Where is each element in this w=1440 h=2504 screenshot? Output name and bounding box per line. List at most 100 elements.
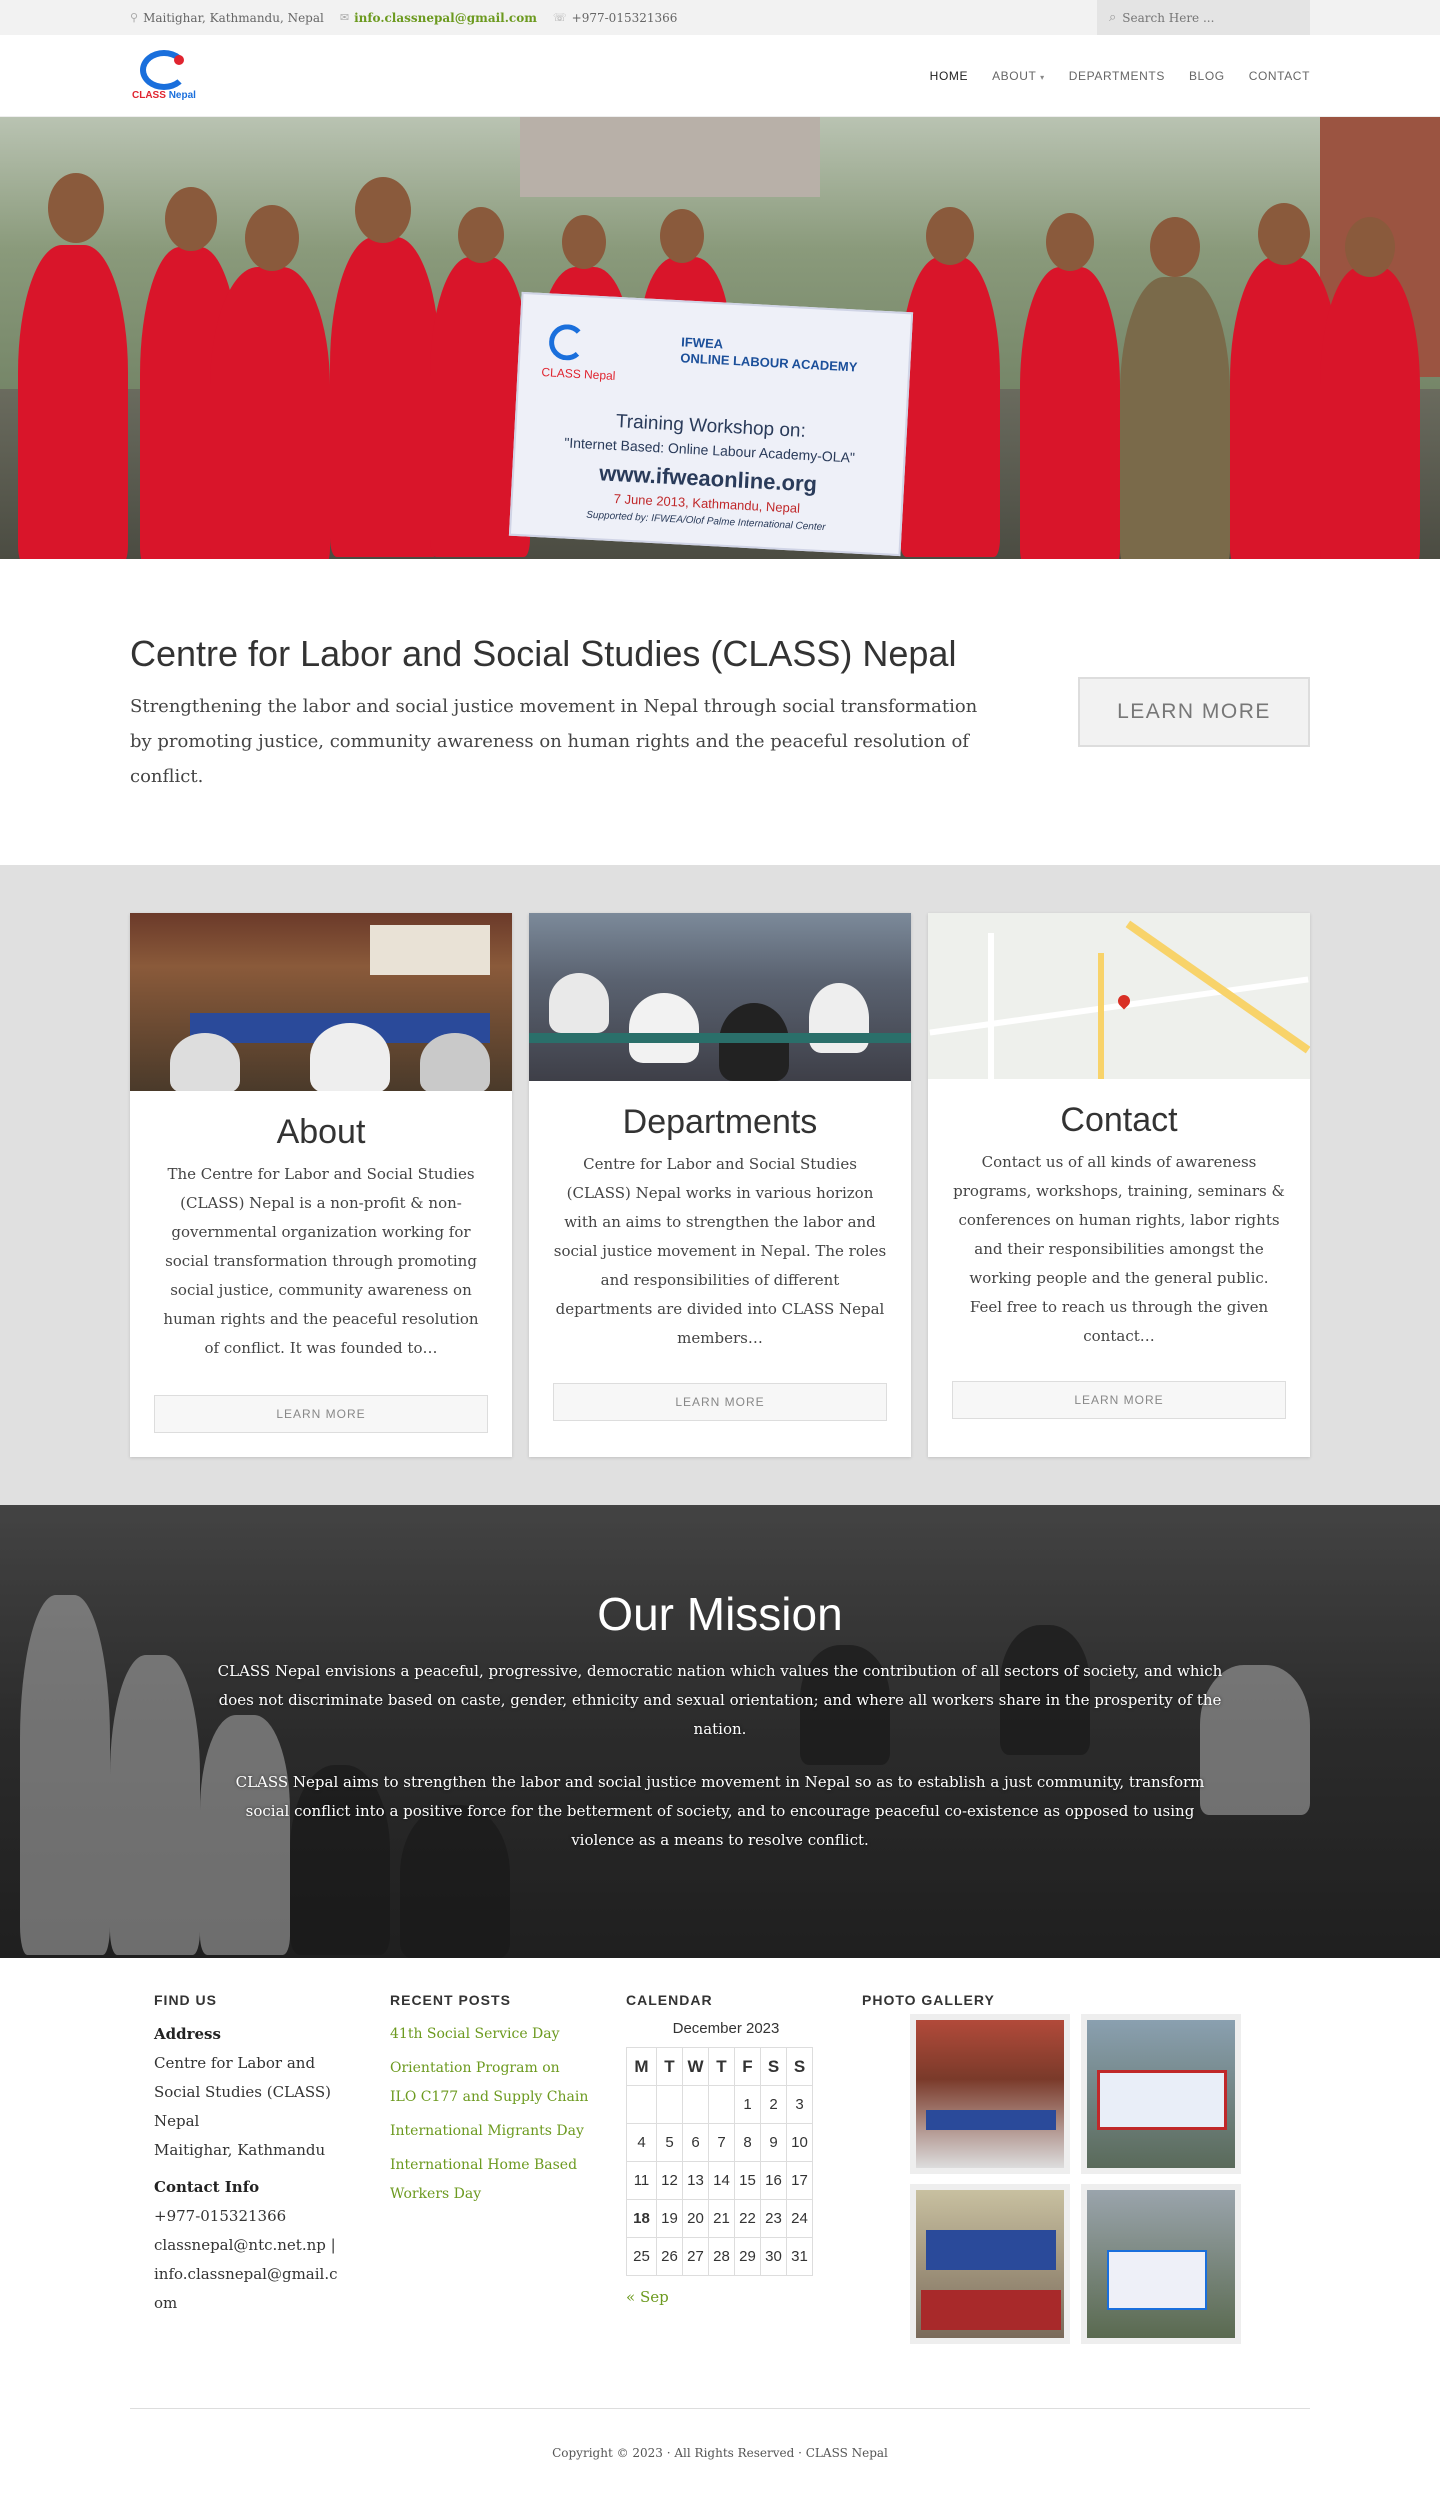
calendar-week-row: 4 5 6 7 8 9 10 bbox=[626, 2123, 813, 2162]
mission-paragraph-2: CLASS Nepal aims to strengthen the labor… bbox=[235, 1773, 1205, 1849]
calendar-day: 29 bbox=[734, 2237, 761, 2276]
calendar-day bbox=[626, 2085, 657, 2124]
banner-logo bbox=[548, 323, 586, 362]
gallery-photo[interactable] bbox=[910, 2014, 1070, 2174]
calendar-day: 21 bbox=[708, 2199, 735, 2238]
footer-widgets: FIND US Address Centre for Labor and Soc… bbox=[0, 1958, 1440, 2408]
contact-line[interactable]: om bbox=[154, 2289, 344, 2318]
calendar-week-row: 123 bbox=[626, 2085, 813, 2124]
gallery-photo[interactable] bbox=[1081, 2184, 1241, 2344]
calendar-day: 20 bbox=[682, 2199, 709, 2238]
contact-line: +977-015321366 bbox=[154, 2207, 287, 2225]
email-link[interactable]: info.classnepal@gmail.com bbox=[354, 11, 537, 25]
workshop-banner: CLASS Nepal IFWEA ONLINE LABOUR ACADEMY T… bbox=[508, 291, 914, 557]
contact-line[interactable]: info.classnepal@gmail.c bbox=[154, 2260, 344, 2289]
nav-contact[interactable]: CONTACT bbox=[1249, 69, 1310, 83]
site-logo[interactable]: CLASS Nepal bbox=[130, 46, 200, 106]
banner-logo-label: CLASS Nepal bbox=[541, 365, 616, 383]
departments-card: Departments Centre for Labor and Social … bbox=[529, 913, 911, 1457]
intro-title: Centre for Labor and Social Studies (CLA… bbox=[130, 633, 957, 674]
calendar-prev-link[interactable]: « Sep bbox=[626, 2288, 826, 2306]
contact-card-map[interactable] bbox=[928, 913, 1310, 1079]
calendar-day: 3 bbox=[786, 2085, 813, 2124]
photo-gallery-widget: PHOTO GALLERY bbox=[862, 1992, 1262, 2344]
main-nav: HOME ABOUT ▾ DEPARTMENTS BLOG CONTACT bbox=[930, 69, 1310, 83]
address-line: Nepal bbox=[154, 2112, 200, 2130]
address-info: ⚲ Maitighar, Kathmandu, Nepal bbox=[130, 11, 324, 25]
search-input[interactable] bbox=[1122, 10, 1293, 25]
calendar-month: December 2023 bbox=[672, 2020, 780, 2037]
phone-info: ☏ +977-015321366 bbox=[553, 11, 678, 25]
top-bar: ⚲ Maitighar, Kathmandu, Nepal ✉ info.cla… bbox=[0, 0, 1440, 35]
calendar-day: 11 bbox=[626, 2161, 657, 2200]
contact-learn-more-button[interactable]: LEARN MORE bbox=[952, 1381, 1286, 1419]
intro-learn-more-button[interactable]: LEARN MORE bbox=[1078, 677, 1310, 747]
contact-line[interactable]: classnepal@ntc.net.np | bbox=[154, 2231, 344, 2260]
contact-info-label: Contact Info bbox=[154, 2178, 260, 2196]
calendar-day: 7 bbox=[708, 2123, 735, 2162]
photo-gallery-heading: PHOTO GALLERY bbox=[862, 1992, 995, 2008]
calendar-week-row: 25 26 27 28 29 30 31 bbox=[626, 2237, 813, 2276]
calendar-day: 4 bbox=[626, 2123, 657, 2162]
nav-about-wrap[interactable]: ABOUT ▾ bbox=[992, 69, 1045, 83]
calendar-day-header: S bbox=[760, 2047, 787, 2086]
search-icon: ⌕ bbox=[1109, 10, 1117, 25]
calendar-day-header: M bbox=[626, 2047, 657, 2086]
calendar-day: 17 bbox=[786, 2161, 813, 2200]
contact-card-title: Contact bbox=[1060, 1101, 1178, 1139]
calendar-day: 28 bbox=[708, 2237, 735, 2276]
calendar-day bbox=[708, 2085, 735, 2124]
email-info[interactable]: ✉ info.classnepal@gmail.com bbox=[340, 11, 537, 25]
recent-post-link[interactable]: International Home Based Workers Day bbox=[390, 2151, 590, 2209]
photo-gallery-grid bbox=[910, 2014, 1262, 2344]
calendar-day: 2 bbox=[760, 2085, 787, 2124]
calendar-day: 13 bbox=[682, 2161, 709, 2200]
departments-card-text: Centre for Labor and Social Studies (CLA… bbox=[553, 1155, 887, 1347]
chevron-down-icon[interactable]: ▾ bbox=[1040, 73, 1045, 82]
phone-text: +977-015321366 bbox=[571, 10, 678, 25]
mission-title: Our Mission bbox=[597, 1588, 843, 1640]
address-line: Maitighar, Kathmandu bbox=[154, 2141, 326, 2159]
calendar-day-header: T bbox=[708, 2047, 735, 2086]
calendar-day: 15 bbox=[734, 2161, 761, 2200]
recent-post-link[interactable]: 41th Social Service Day bbox=[390, 2020, 590, 2049]
intro-text: Strengthening the labor and social justi… bbox=[130, 696, 978, 787]
find-us-heading: FIND US bbox=[154, 1992, 217, 2008]
calendar-day: 9 bbox=[760, 2123, 787, 2162]
calendar-day: 10 bbox=[786, 2123, 813, 2162]
nav-blog[interactable]: BLOG bbox=[1189, 69, 1225, 83]
nav-departments[interactable]: DEPARTMENTS bbox=[1069, 69, 1165, 83]
about-learn-more-button[interactable]: LEARN MORE bbox=[154, 1395, 488, 1433]
recent-post-link[interactable]: Orientation Program on ILO C177 and Supp… bbox=[390, 2054, 590, 2112]
calendar-table: MTWTFSS 1 2 3 4 5 6 7 8 9 10 11 12 13 14 15 16 17 18 19 20 2… bbox=[626, 2047, 813, 2276]
gallery-photo[interactable] bbox=[1081, 2014, 1241, 2174]
recent-posts-widget: RECENT POSTS 41th Social Service Day Ori… bbox=[390, 1992, 590, 2214]
calendar-day: 22 bbox=[734, 2199, 761, 2238]
calendar-day: 1 bbox=[734, 2085, 761, 2124]
contact-card: Contact Contact us of all kinds of aware… bbox=[928, 913, 1310, 1457]
intro-section: Centre for Labor and Social Studies (CLA… bbox=[0, 559, 1440, 865]
envelope-icon: ✉ bbox=[339, 11, 350, 24]
departments-learn-more-button[interactable]: LEARN MORE bbox=[553, 1383, 887, 1421]
about-card-text: The Centre for Labor and Social Studies … bbox=[163, 1165, 479, 1357]
about-card-title: About bbox=[276, 1113, 366, 1151]
calendar-day-header: F bbox=[734, 2047, 761, 2086]
copyright-text: Copyright © 2023 · All Rights Reserved ·… bbox=[552, 2446, 888, 2460]
recent-post-link[interactable]: International Migrants Day bbox=[390, 2117, 590, 2146]
copyright-bar: Copyright © 2023 · All Rights Reserved ·… bbox=[0, 2408, 1440, 2489]
gallery-photo[interactable] bbox=[910, 2184, 1070, 2344]
find-us-widget: FIND US Address Centre for Labor and Soc… bbox=[154, 1992, 344, 2318]
logo-dot bbox=[174, 55, 184, 65]
calendar-day: 19 bbox=[656, 2199, 683, 2238]
location-icon: ⚲ bbox=[130, 11, 139, 24]
nav-about[interactable]: ABOUT bbox=[992, 69, 1036, 83]
calendar-day bbox=[682, 2085, 709, 2124]
nav-home[interactable]: HOME bbox=[930, 69, 968, 83]
banner-org: IFWEA ONLINE LABOUR ACADEMY bbox=[680, 334, 858, 375]
search-box[interactable]: ⌕ bbox=[1097, 0, 1310, 35]
logo-text: CLASS Nepal bbox=[132, 90, 196, 101]
calendar-day: 27 bbox=[682, 2237, 709, 2276]
calendar-day-header: T bbox=[656, 2047, 683, 2086]
address-line: Centre for Labor and bbox=[154, 2054, 316, 2072]
phone-icon: ☏ bbox=[552, 11, 567, 24]
